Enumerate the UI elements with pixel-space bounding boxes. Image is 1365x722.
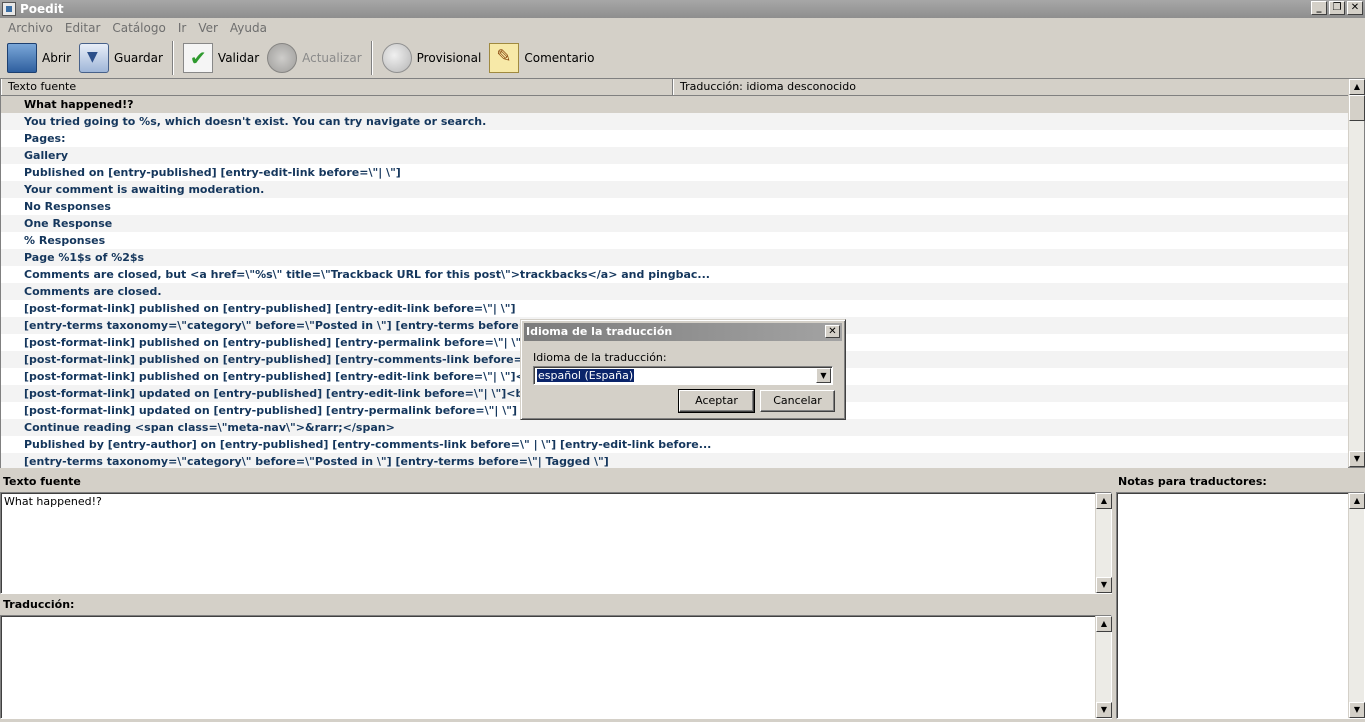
notes-label: Notas para traductores:	[1118, 475, 1267, 488]
comment-label: Comentario	[524, 51, 595, 65]
accept-button[interactable]: Aceptar	[678, 389, 755, 413]
save-icon	[79, 43, 110, 73]
toolbar-separator	[171, 41, 174, 75]
scroll-up-icon[interactable]: ▲	[1096, 493, 1112, 509]
menu-catalogo[interactable]: Catálogo	[106, 21, 171, 35]
comment-button[interactable]: Comentario	[485, 40, 598, 76]
list-item[interactable]: No Responses	[1, 198, 1348, 215]
language-field-label: Idioma de la traducción:	[533, 351, 667, 364]
scroll-up-icon[interactable]: ▲	[1096, 616, 1112, 632]
list-item[interactable]: Your comment is awaiting moderation.	[1, 181, 1348, 198]
save-button[interactable]: Guardar	[75, 40, 167, 76]
menu-editar[interactable]: Editar	[59, 21, 107, 35]
list-item[interactable]: What happened!?	[1, 96, 1348, 113]
scroll-up-icon[interactable]: ▲	[1349, 493, 1365, 509]
window-title: Poedit	[20, 2, 64, 16]
validate-label: Validar	[217, 51, 260, 65]
toolbar-separator	[370, 41, 373, 75]
list-item[interactable]: Page %1$s of %2$s	[1, 249, 1348, 266]
menu-ir[interactable]: Ir	[172, 21, 192, 35]
list-header: Texto fuente Traducción: idioma desconoc…	[1, 79, 1364, 96]
dialog-title: Idioma de la traducción	[526, 325, 673, 338]
fuzzy-button[interactable]: Provisional	[378, 40, 486, 76]
toolbar: Abrir Guardar Validar Actualizar Provisi…	[0, 38, 1365, 78]
list-item[interactable]: You tried going to %s, which doesn't exi…	[1, 113, 1348, 130]
list-scrollbar[interactable]: ▲ ▼	[1348, 79, 1365, 467]
source-textarea[interactable]: What happened!? ▲ ▼	[0, 492, 1112, 594]
translation-label: Traducción:	[3, 598, 75, 611]
menu-archivo[interactable]: Archivo	[2, 21, 59, 35]
list-item[interactable]: Published on [entry-published] [entry-ed…	[1, 164, 1348, 181]
update-button[interactable]: Actualizar	[263, 40, 366, 76]
open-button[interactable]: Abrir	[3, 40, 75, 76]
checkmark-icon	[182, 43, 213, 73]
source-text: What happened!?	[4, 495, 102, 508]
scroll-down-icon[interactable]: ▼	[1096, 702, 1112, 718]
scroll-thumb[interactable]	[1349, 95, 1365, 121]
list-item[interactable]: Continue reading <span class=\"meta-nav\…	[1, 419, 1348, 436]
list-item[interactable]: One Response	[1, 215, 1348, 232]
dialog-titlebar: Idioma de la traducción ✕	[524, 323, 842, 341]
dialog-close-icon[interactable]: ✕	[825, 325, 840, 338]
globe-update-icon	[267, 43, 298, 73]
chevron-down-icon[interactable]: ▼	[816, 368, 831, 383]
scroll-down-icon[interactable]: ▼	[1349, 451, 1365, 467]
language-dialog: Idioma de la traducción ✕ Idioma de la t…	[520, 319, 846, 420]
source-scrollbar[interactable]: ▲ ▼	[1095, 493, 1112, 593]
update-label: Actualizar	[302, 51, 362, 65]
list-item[interactable]: Pages:	[1, 130, 1348, 147]
window-titlebar: Poedit _ ❐ ✕	[0, 0, 1365, 18]
list-item[interactable]: [post-format-link] published on [entry-p…	[1, 300, 1348, 317]
validate-button[interactable]: Validar	[179, 40, 263, 76]
list-item[interactable]: [entry-terms taxonomy=\"category\" befor…	[1, 453, 1348, 468]
translation-textarea[interactable]: ▲ ▼	[0, 615, 1112, 719]
notes-scrollbar[interactable]: ▲ ▼	[1348, 493, 1365, 718]
scroll-down-icon[interactable]: ▼	[1096, 577, 1112, 593]
column-header-source[interactable]: Texto fuente	[1, 79, 673, 95]
list-item[interactable]: % Responses	[1, 232, 1348, 249]
restore-icon[interactable]: ❐	[1329, 1, 1345, 15]
cloud-icon	[381, 43, 412, 73]
menu-bar: Archivo Editar Catálogo Ir Ver Ayuda	[0, 18, 1365, 38]
column-header-translation[interactable]: Traducción: idioma desconocido	[673, 79, 1349, 95]
window-controls: _ ❐ ✕	[1311, 1, 1363, 15]
menu-ver[interactable]: Ver	[192, 21, 224, 35]
cancel-button[interactable]: Cancelar	[760, 390, 835, 412]
language-selected-value: español (España)	[537, 369, 635, 382]
notes-textarea[interactable]: ▲ ▼	[1116, 492, 1365, 719]
open-folder-icon	[7, 40, 37, 73]
list-item[interactable]: Published by [entry-author] on [entry-pu…	[1, 436, 1348, 453]
open-label: Abrir	[42, 51, 72, 65]
notepad-pencil-icon	[489, 43, 520, 73]
poedit-app-icon	[2, 2, 16, 16]
source-label: Texto fuente	[3, 475, 81, 488]
menu-ayuda[interactable]: Ayuda	[224, 21, 273, 35]
scroll-down-icon[interactable]: ▼	[1349, 702, 1365, 718]
scroll-up-icon[interactable]: ▲	[1349, 79, 1365, 95]
list-item[interactable]: Gallery	[1, 147, 1348, 164]
minimize-icon[interactable]: _	[1311, 1, 1327, 15]
language-select[interactable]: español (España) ▼	[533, 366, 833, 385]
translation-scrollbar[interactable]: ▲ ▼	[1095, 616, 1112, 718]
list-item[interactable]: Comments are closed, but <a href=\"%s\" …	[1, 266, 1348, 283]
close-icon[interactable]: ✕	[1347, 1, 1363, 15]
list-item[interactable]: Comments are closed.	[1, 283, 1348, 300]
save-label: Guardar	[114, 51, 163, 65]
fuzzy-label: Provisional	[416, 51, 482, 65]
